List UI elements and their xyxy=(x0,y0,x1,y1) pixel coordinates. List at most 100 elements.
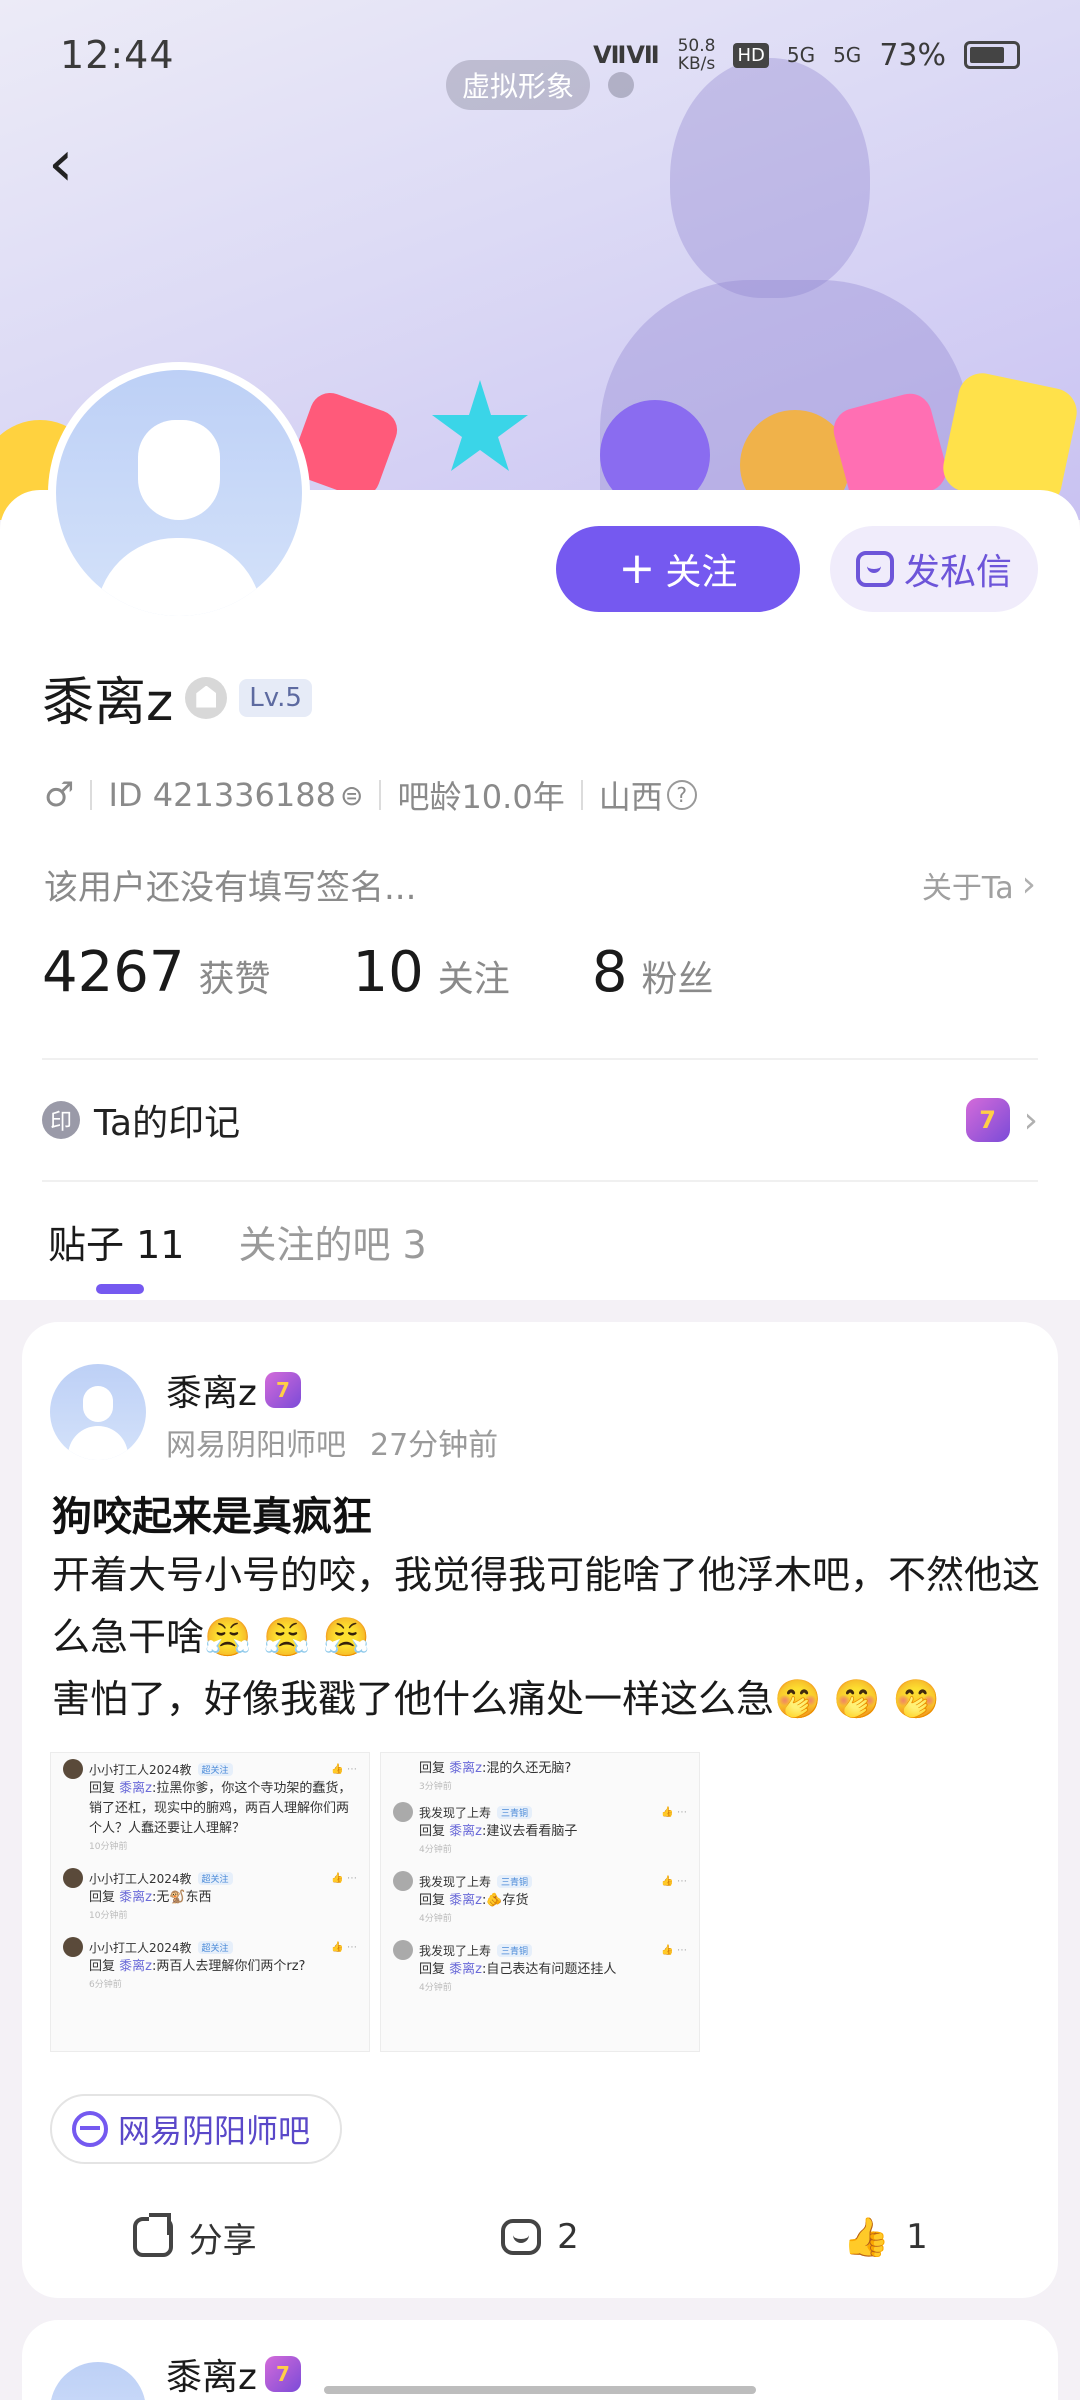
like-button[interactable]: 👍 1 xyxy=(713,2215,1058,2260)
copy-icon[interactable]: ⊜ xyxy=(340,779,363,812)
post-author[interactable]: 黍离z xyxy=(166,1364,257,1416)
tab-followed-bars[interactable]: 关注的吧 3 xyxy=(238,1214,426,1269)
comment-tag: 超关注 xyxy=(197,1871,233,1885)
share-button[interactable]: 分享 xyxy=(22,2213,367,2262)
reply-prefix: 回复 xyxy=(419,1824,446,1839)
user-id[interactable]: ID 421336188 xyxy=(108,776,335,814)
comment-item: 我发现了上寿 三青铜 👍 ⋯ 回复 黍离z:🫵存货 4分钟前 xyxy=(393,1871,687,1924)
comment-icon xyxy=(501,2219,542,2255)
username: 黍离z xyxy=(42,673,174,733)
post-time: 27分钟前 xyxy=(370,1428,499,1463)
post-image[interactable]: 小小打工人2024教 超关注 👍 ⋯ 回复 黍离z:拉黑你爹，你这个寺功架的蠢货，销… xyxy=(50,1752,370,2052)
chevron-right-icon: › xyxy=(1021,864,1036,905)
post-body-line: 开着大号小号的咬，我觉得我可能啥了他浮木吧，不然他这么急干啥😤 😤 😤 xyxy=(52,1553,1041,1659)
comment-text: :建议去看看脑子 xyxy=(481,1824,578,1839)
comment-user: 我发现了上寿 xyxy=(419,1943,492,1958)
avatar[interactable] xyxy=(48,362,310,624)
likes-label: 获赞 xyxy=(198,959,271,1000)
comment-actions-icon: 👍 ⋯ xyxy=(331,1763,357,1775)
comment-text: :自己表达有问题还挂人 xyxy=(481,1962,617,1977)
about-label: 关于Ta xyxy=(921,870,1014,906)
comment-actions-icon: 👍 ⋯ xyxy=(331,1941,357,1953)
back-icon[interactable]: ‹ xyxy=(48,132,108,202)
post-card[interactable]: 黍离z 7 网易阴阳师吧 27分钟前 狗咬起来是真疯狂 开着大号小号的咬，我觉得… xyxy=(22,1322,1058,2298)
divider xyxy=(90,780,93,810)
bar-age: 吧龄10.0年 xyxy=(397,778,565,816)
signal-5g-icon: 5G xyxy=(786,43,816,67)
follow-button[interactable]: + 关注 xyxy=(556,526,800,612)
avatar xyxy=(393,1802,413,1822)
post-avatar[interactable] xyxy=(50,2362,146,2400)
comment-user: 我发现了上寿 xyxy=(419,1874,492,1889)
reply-target: 黍离z xyxy=(449,1962,482,1977)
stat-following[interactable]: 10 关注 xyxy=(353,940,510,1005)
post-avatar[interactable] xyxy=(50,1364,146,1460)
stat-likes[interactable]: 4267 获赞 xyxy=(42,940,271,1005)
message-button[interactable]: 发私信 xyxy=(830,526,1038,612)
follow-label: 关注 xyxy=(665,552,738,593)
post-image[interactable]: 回复 黍离z:混的久还无脑? 3分钟前 我发现了上寿 三青铜 👍 ⋯ 回复 黍离z:… xyxy=(380,1752,700,2052)
forum-tag-button[interactable]: 网易阴阳师吧 xyxy=(50,2094,343,2164)
message-icon xyxy=(855,551,894,587)
chevron-right-icon: › xyxy=(1023,1099,1038,1141)
thumbs-up-icon: 👍 xyxy=(842,2214,891,2259)
post-actions: 分享 2 👍 1 xyxy=(22,2192,1058,2282)
comment-tag: 三青铜 xyxy=(497,1874,533,1888)
stat-fans[interactable]: 8 粉丝 xyxy=(592,940,714,1005)
comment-text: :无🐒东西 xyxy=(151,1890,212,1905)
comment-tag: 三青铜 xyxy=(497,1805,533,1819)
speed-value: 50.8 xyxy=(677,36,716,56)
signal-5g-icon-2: 5G xyxy=(833,43,862,67)
comment-tag: 超关注 xyxy=(197,1762,233,1776)
comment-button[interactable]: 2 xyxy=(367,2217,712,2257)
crown-icon[interactable] xyxy=(185,676,228,719)
post-forum[interactable]: 网易阴阳师吧 xyxy=(166,1420,346,1464)
home-indicator[interactable] xyxy=(324,2386,756,2394)
comment-time: 4分钟前 xyxy=(419,1845,452,1855)
comment-text: :两百人去理解你们两个rz? xyxy=(151,1959,306,1974)
stats-row: 4267 获赞 10 关注 8 粉丝 xyxy=(42,940,795,1005)
virtual-avatar-dot xyxy=(608,72,634,98)
imprint-row[interactable]: 印 Ta的印记 7 › xyxy=(42,1090,1038,1150)
comment-actions-icon: 👍 ⋯ xyxy=(661,1806,687,1818)
badge-icon: 7 xyxy=(264,1372,301,1408)
post-author[interactable]: 黍离z xyxy=(166,2348,257,2400)
level-badge[interactable]: Lv.5 xyxy=(239,678,312,717)
avatar xyxy=(63,1937,83,1957)
tab-posts[interactable]: 贴子 11 xyxy=(48,1214,184,1269)
share-icon xyxy=(132,2217,173,2257)
comment-user: 我发现了上寿 xyxy=(419,1805,492,1820)
imprint-badge-icon: 7 xyxy=(965,1098,1010,1142)
avatar xyxy=(393,1940,413,1960)
reply-prefix: 回复 xyxy=(89,1959,116,1974)
divider xyxy=(42,1058,1038,1060)
reply-target: 黍离z xyxy=(119,1781,152,1796)
hd-icon: HD xyxy=(733,42,769,68)
message-label: 发私信 xyxy=(903,552,1012,593)
seal-icon: 印 xyxy=(42,1101,80,1139)
reply-target: 黍离z xyxy=(119,1959,152,1974)
location: 山西 xyxy=(598,778,663,816)
tab-indicator xyxy=(96,1284,144,1294)
profile-card: + 关注 发私信 黍离z Lv.5 ♂ ID 421336188 ⊜ 吧龄10.… xyxy=(0,362,1080,1300)
comment-item: 回复 黍离z:混的久还无脑? 3分钟前 xyxy=(393,1759,687,1792)
avatar xyxy=(63,1868,83,1888)
following-label: 关注 xyxy=(437,959,510,1000)
name-row: 黍离z Lv.5 xyxy=(42,660,312,735)
comment-time: 10分钟前 xyxy=(89,1911,128,1921)
post-title: 狗咬起来是真疯狂 xyxy=(52,1494,372,1540)
reply-prefix: 回复 xyxy=(419,1761,446,1776)
about-link[interactable]: 关于Ta › xyxy=(922,863,1036,907)
imprint-label: Ta的印记 xyxy=(94,1103,241,1144)
male-icon: ♂ xyxy=(44,775,75,815)
battery-icon xyxy=(964,41,1020,69)
speed-unit: KB/s xyxy=(677,54,716,74)
signature: 该用户还没有填写签名... xyxy=(44,868,417,908)
plus-icon: + xyxy=(618,543,656,594)
fans-count: 8 xyxy=(591,940,628,1005)
reply-prefix: 回复 xyxy=(419,1893,446,1908)
virtual-avatar-button[interactable]: 虚拟形象 xyxy=(446,60,591,110)
meta-row: ♂ ID 421336188 ⊜ 吧龄10.0年 山西 ? xyxy=(44,772,697,818)
nfc-icon: ⅦⅦ xyxy=(593,41,660,69)
help-icon[interactable]: ? xyxy=(666,780,697,810)
